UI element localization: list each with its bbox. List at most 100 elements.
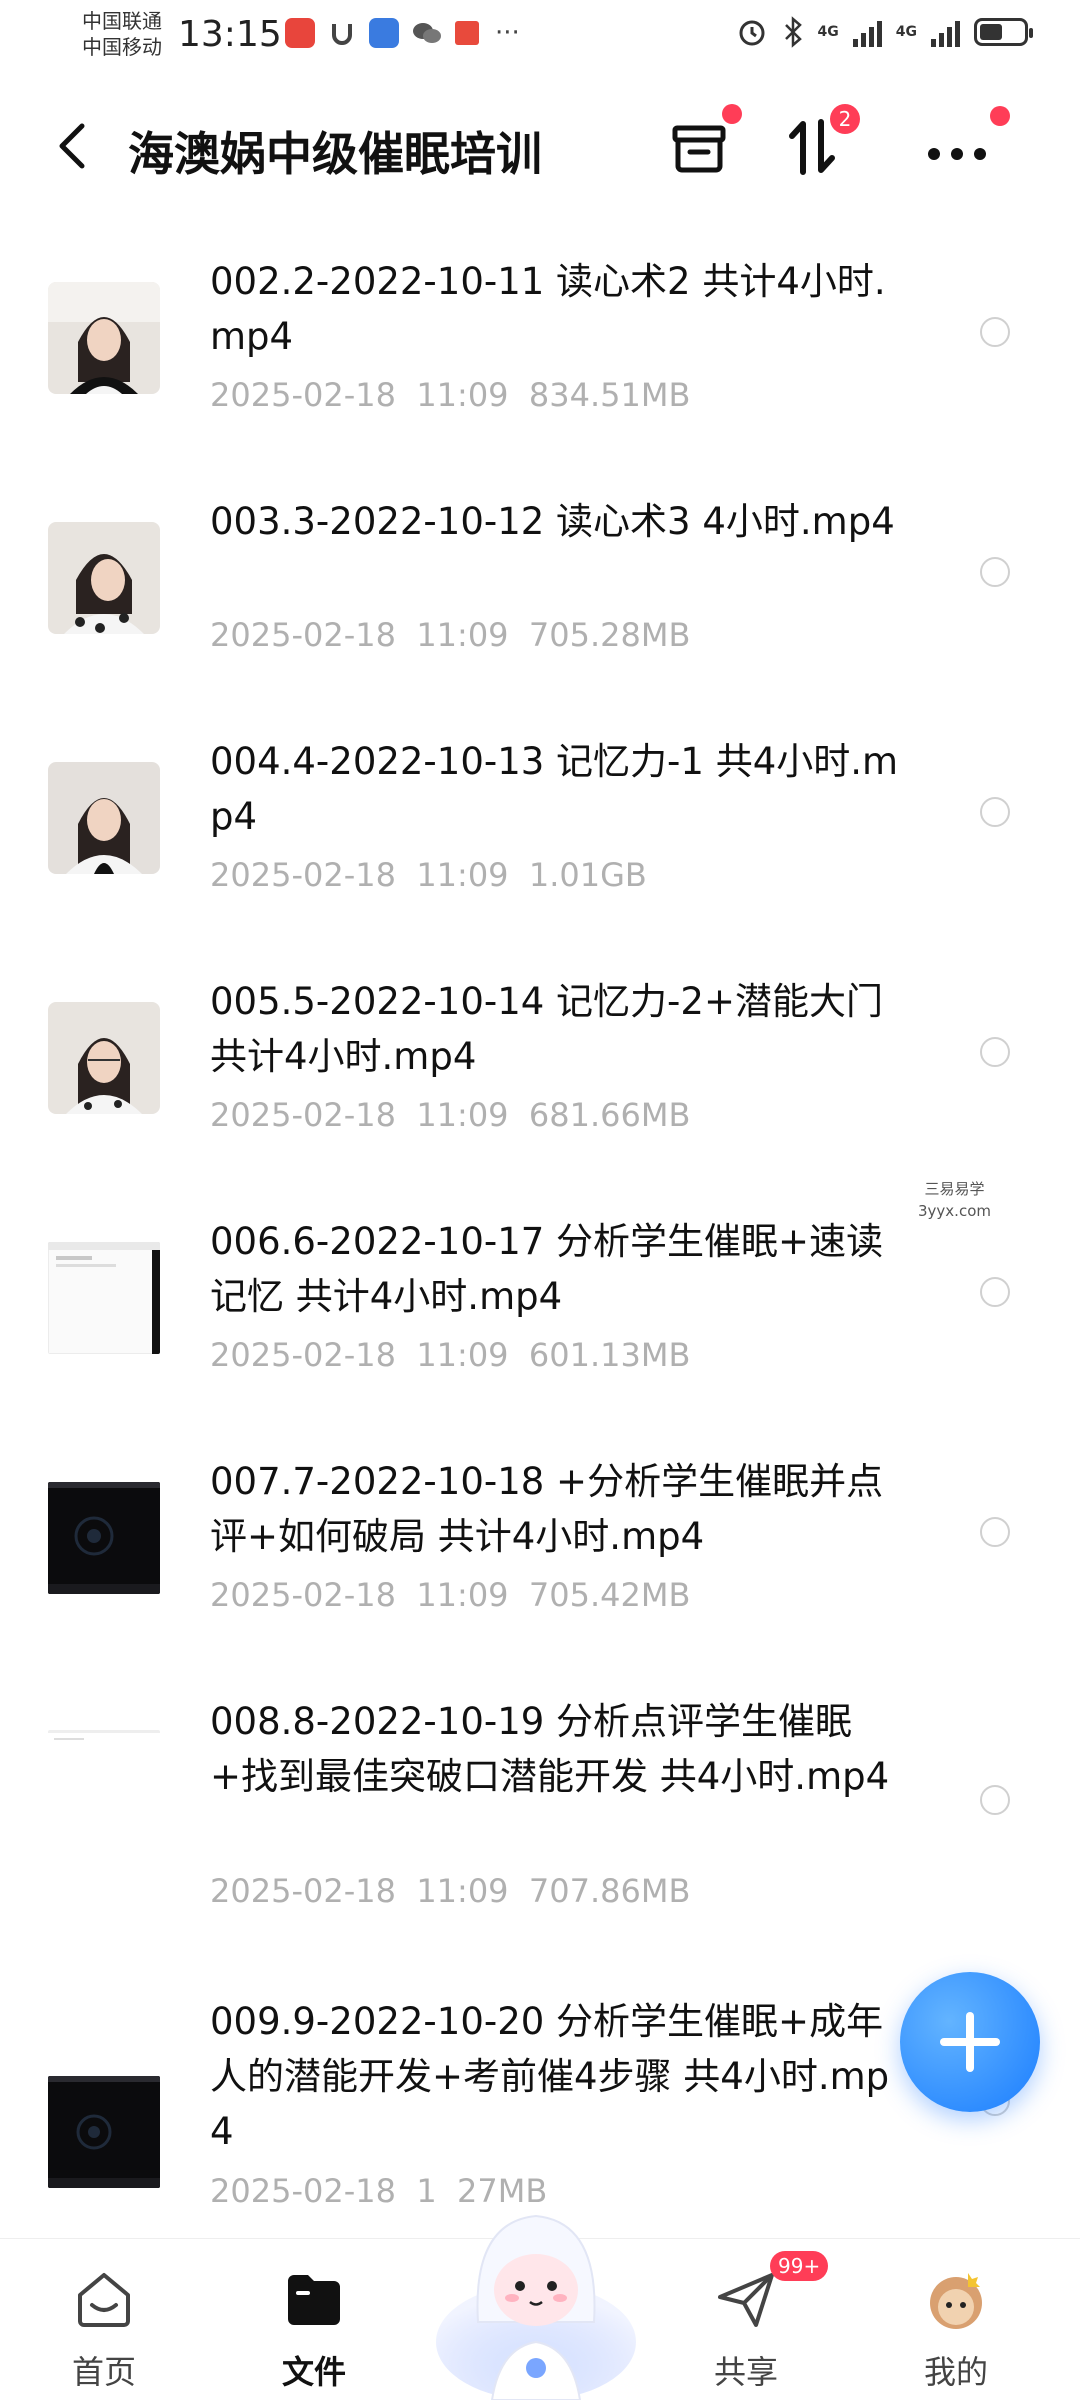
carrier-info: 中国联通 中国移动 xyxy=(82,8,162,60)
carrier-2: 中国移动 xyxy=(82,35,162,59)
book-app-icon xyxy=(455,21,479,45)
file-size: 705.28MB xyxy=(528,616,691,654)
transfer-list-button[interactable]: 2 xyxy=(776,104,860,184)
watermark-line-1: 三易易学 xyxy=(924,1180,985,1198)
file-date: 2025-02-18 xyxy=(210,1576,396,1614)
u-app-icon xyxy=(332,24,352,45)
file-meta: 2025-02-18 11:09 681.66MB xyxy=(210,1096,690,1134)
file-row[interactable]: 008.8-2022-10-19 分析点评学生催眠+找到最佳突破口潜能开发 共4… xyxy=(0,1670,1080,1970)
carrier-1: 中国联通 xyxy=(82,9,162,33)
select-checkbox[interactable] xyxy=(980,317,1010,347)
file-date: 2025-02-18 xyxy=(210,1096,396,1134)
video-thumbnail xyxy=(48,1242,160,1354)
select-checkbox[interactable] xyxy=(980,1037,1010,1067)
file-meta: 2025-02-18 11:09 834.51MB xyxy=(210,376,690,414)
file-name: 005.5-2022-10-14 记忆力-2+潜能大门 共计4小时.mp4 xyxy=(210,980,883,1078)
file-name: 004.4-2022-10-13 记忆力-1 共4小时.mp4 xyxy=(210,740,899,838)
mascot-assistant-button[interactable] xyxy=(428,2172,644,2401)
tab-share[interactable]: 99+ 共享 xyxy=(666,2239,829,2401)
file-date: 2025-02-18 xyxy=(210,856,396,894)
more-options-button[interactable] xyxy=(920,106,1010,184)
file-meta: 2025-02-18 11:09 705.28MB xyxy=(210,616,690,654)
file-name: 006.6-2022-10-17 分析学生催眠+速读记忆 共计4小时.mp4 xyxy=(210,1220,884,1318)
video-thumbnail xyxy=(48,1482,160,1594)
file-size: 681.66MB xyxy=(528,1096,691,1134)
file-time: 11:09 xyxy=(416,1336,509,1374)
select-checkbox[interactable] xyxy=(980,557,1010,587)
top-bar: 海澳娲中级催眠培训 2 xyxy=(0,90,1080,200)
tab-label: 文件 xyxy=(281,2353,346,2391)
tab-label: 共享 xyxy=(713,2353,778,2391)
tab-label: 我的 xyxy=(923,2353,988,2391)
alarm-icon xyxy=(739,20,765,46)
file-name: 002.2-2022-10-11 读心术2 共计4小时.mp4 xyxy=(210,260,886,358)
home-icon xyxy=(78,2273,130,2327)
bluetooth-icon xyxy=(784,16,802,48)
file-meta: 2025-02-18 11:09 1.01GB xyxy=(210,856,647,894)
file-time: 11:09 xyxy=(416,1872,509,1910)
video-thumbnail xyxy=(48,1002,160,1114)
file-name: 007.7-2022-10-18 +分析学生催眠并点评+如何破局 共计4小时.m… xyxy=(210,1460,884,1558)
signal-icon-2 xyxy=(931,17,960,47)
file-time: 11:09 xyxy=(416,1096,509,1134)
paper-plane-icon xyxy=(718,2273,774,2327)
signal-icon-1 xyxy=(852,17,882,47)
system-icons: 4G 4G xyxy=(736,16,1033,48)
mascot-icon xyxy=(436,2214,636,2401)
add-button[interactable] xyxy=(900,1972,1040,2112)
file-row[interactable]: 006.6-2022-10-17 分析学生催眠+速读记忆 共计4小时.mp4 2… xyxy=(0,1190,1080,1430)
back-button[interactable] xyxy=(50,118,100,174)
network-type-1: 4G xyxy=(817,24,839,40)
blue-app-icon xyxy=(369,18,399,48)
select-checkbox[interactable] xyxy=(980,1785,1010,1815)
watermark-line-2: 3yyx.com xyxy=(918,1202,991,1220)
file-row[interactable]: 004.4-2022-10-13 记忆力-1 共4小时.mp4 2025-02-… xyxy=(0,710,1080,950)
file-time: 11:09 xyxy=(416,1576,509,1614)
notification-icons: ··· xyxy=(285,18,520,48)
recycle-bin-button[interactable] xyxy=(662,104,742,184)
file-time: 11:09 xyxy=(416,616,509,654)
file-size: 705.42MB xyxy=(528,1576,691,1614)
more-notifications-icon: ··· xyxy=(495,18,520,48)
file-row[interactable]: 005.5-2022-10-14 记忆力-2+潜能大门 共计4小时.mp4 20… xyxy=(0,950,1080,1190)
more-horizontal-icon xyxy=(928,148,986,160)
video-thumbnail xyxy=(48,282,160,394)
file-size: 707.86MB xyxy=(528,1872,691,1910)
wechat-icon xyxy=(413,23,441,43)
watermark: 三易易学 3yyx.com xyxy=(918,1178,991,1222)
file-date: 2025-02-18 xyxy=(210,1872,396,1910)
file-name: 008.8-2022-10-19 分析点评学生催眠+找到最佳突破口潜能开发 共4… xyxy=(210,1700,890,1798)
select-checkbox[interactable] xyxy=(980,1517,1010,1547)
video-thumbnail xyxy=(48,1730,160,1842)
folder-icon xyxy=(288,2275,340,2325)
status-bar: 中国联通 中国移动 13:15 ··· 4G 4G xyxy=(0,0,1080,70)
page-title: 海澳娲中级催眠培训 xyxy=(128,127,542,181)
file-meta: 2025-02-18 11:09 705.42MB xyxy=(210,1576,690,1614)
tab-files[interactable]: 文件 xyxy=(234,2239,394,2401)
file-row[interactable]: 002.2-2022-10-11 读心术2 共计4小时.mp4 2025-02-… xyxy=(0,230,1080,470)
file-date: 2025-02-18 xyxy=(210,616,396,654)
plus-icon xyxy=(940,2012,1000,2072)
video-thumbnail xyxy=(48,522,160,634)
file-row[interactable]: 007.7-2022-10-18 +分析学生催眠并点评+如何破局 共计4小时.m… xyxy=(0,1430,1080,1670)
notification-dot xyxy=(722,104,742,124)
file-date: 2025-02-18 xyxy=(210,376,396,414)
select-checkbox[interactable] xyxy=(980,797,1010,827)
network-type-2: 4G xyxy=(895,24,917,40)
share-badge: 99+ xyxy=(770,2251,829,2281)
file-meta: 2025-02-18 11:09 707.86MB xyxy=(210,1872,690,1910)
file-meta: 2025-02-18 11:09 601.13MB xyxy=(210,1336,690,1374)
clock: 13:15 xyxy=(178,14,282,55)
chevron-left-icon xyxy=(59,123,85,169)
file-size: 834.51MB xyxy=(528,376,691,414)
tab-label: 首页 xyxy=(71,2353,136,2391)
battery-icon xyxy=(974,18,1033,46)
file-size: 1.01GB xyxy=(528,856,647,894)
tab-mine[interactable]: 我的 xyxy=(876,2239,1036,2401)
file-row[interactable]: 003.3-2022-10-12 读心术3 4小时.mp4 2025-02-18… xyxy=(0,470,1080,710)
file-name: 003.3-2022-10-12 读心术3 4小时.mp4 xyxy=(210,500,895,543)
tab-home[interactable]: 首页 xyxy=(24,2239,184,2401)
transfer-badge: 2 xyxy=(830,104,860,134)
select-checkbox[interactable] xyxy=(980,1277,1010,1307)
file-time: 11:09 xyxy=(416,856,509,894)
